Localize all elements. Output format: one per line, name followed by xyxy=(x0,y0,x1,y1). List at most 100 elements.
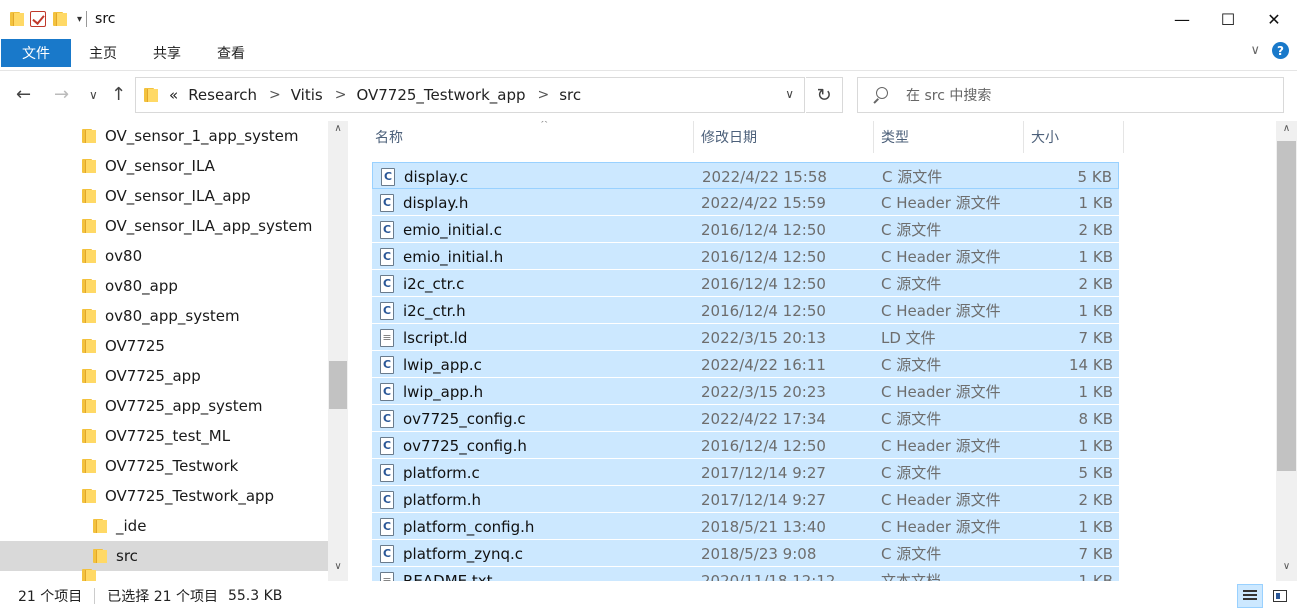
file-row[interactable]: Clwip_app.h 2022/3/15 20:23 C Header 源文件 1 … xyxy=(372,378,1119,405)
sidebar-item-ov7725-app[interactable]: OV7725_app xyxy=(0,361,328,391)
file-name: platform.c xyxy=(403,463,480,482)
column-header-date[interactable]: 修改日期 xyxy=(701,121,873,153)
breadcrumb-ov7725-testwork-app[interactable]: OV7725_Testwork_app xyxy=(356,86,525,104)
file-name: platform.h xyxy=(403,490,482,509)
column-header-type[interactable]: 类型 xyxy=(881,121,1023,153)
file-row[interactable]: Cplatform_zynq.c 2018/5/23 9:08 C 源文件 7 KB xyxy=(372,540,1119,567)
file-row[interactable]: Cplatform_config.h 2018/5/21 13:40 C Heade… xyxy=(372,513,1119,540)
file-row[interactable]: Cov7725_config.h 2016/12/4 12:50 C Header … xyxy=(372,432,1119,459)
scroll-down-button[interactable]: ∨ xyxy=(328,561,348,579)
sidebar-item-ov7725-app-system[interactable]: OV7725_app_system xyxy=(0,391,328,421)
scroll-down-button[interactable]: ∨ xyxy=(1276,561,1297,579)
scrollbar-thumb[interactable] xyxy=(329,361,347,409)
address-bar[interactable]: « Research > Vitis > OV7725_Testwork_app… xyxy=(135,77,805,113)
sort-ascending-icon: ^ xyxy=(540,121,549,130)
file-size: 1 KB xyxy=(1078,571,1113,582)
sidebar-item-ov7725[interactable]: OV7725 xyxy=(0,331,328,361)
sidebar-item-ov-sensor-ila-app[interactable]: OV_sensor_ILA_app xyxy=(0,181,328,211)
tab-home[interactable]: 主页 xyxy=(71,39,135,67)
file-name-cell: Clwip_app.h xyxy=(380,378,483,405)
breadcrumb-src[interactable]: src xyxy=(559,86,581,104)
folder-icon xyxy=(82,338,96,354)
refresh-button[interactable]: ↻ xyxy=(806,77,843,113)
search-box[interactable]: 在 src 中搜索 xyxy=(857,77,1284,113)
tab-view[interactable]: 查看 xyxy=(199,39,263,67)
sidebar-item-ov-sensor-1-app-system[interactable]: OV_sensor_1_app_system xyxy=(0,121,328,151)
sidebar-item-ov80[interactable]: ov80 xyxy=(0,241,328,271)
back-button[interactable]: ← xyxy=(16,84,31,105)
file-size: 1 KB xyxy=(1078,517,1113,536)
minimize-button[interactable]: — xyxy=(1159,0,1205,38)
file-row[interactable]: Cov7725_config.c 2022/4/22 17:34 C 源文件 8 KB xyxy=(372,405,1119,432)
file-name-cell: Cov7725_config.c xyxy=(380,405,526,432)
scroll-up-button[interactable]: ∧ xyxy=(1276,123,1297,141)
breadcrumb-overflow[interactable]: « xyxy=(169,86,178,104)
sidebar-item-ov7725-testwork[interactable]: OV7725_Testwork xyxy=(0,451,328,481)
maximize-button[interactable]: ☐ xyxy=(1205,0,1251,38)
breadcrumb-separator[interactable]: > xyxy=(335,87,347,103)
file-row[interactable]: Cplatform.h 2017/12/14 9:27 C Header 源文件 2 … xyxy=(372,486,1119,513)
file-name: lscript.ld xyxy=(403,328,468,347)
sidebar-item-ov80-app[interactable]: ov80_app xyxy=(0,271,328,301)
address-dropdown-button[interactable]: ∨ xyxy=(785,87,794,101)
column-divider[interactable] xyxy=(1123,121,1124,153)
sidebar-item-ide[interactable]: _ide xyxy=(0,511,328,541)
sidebar-item-ov-sensor-ila-app-system[interactable]: OV_sensor_ILA_app_system xyxy=(0,211,328,241)
file-row[interactable]: Ci2c_ctr.c 2016/12/4 12:50 C 源文件 2 KB xyxy=(372,270,1119,297)
column-header-size[interactable]: 大小 xyxy=(1031,121,1123,153)
folder-icon xyxy=(82,128,96,144)
recent-locations-button[interactable]: ∨ xyxy=(89,88,98,102)
file-row[interactable]: Cemio_initial.h 2016/12/4 12:50 C Header 源… xyxy=(372,243,1119,270)
column-divider[interactable] xyxy=(693,121,694,153)
file-row[interactable]: Cdisplay.h 2022/4/22 15:59 C Header 源文件 1 K… xyxy=(372,189,1119,216)
customize-quick-access-button[interactable]: ▾ xyxy=(77,14,82,25)
column-header-label: 名称 xyxy=(375,130,403,146)
file-row[interactable]: Cemio_initial.c 2016/12/4 12:50 C 源文件 2 KB xyxy=(372,216,1119,243)
file-date: 2020/11/18 12:12 xyxy=(701,571,836,582)
file-row[interactable]: Ci2c_ctr.h 2016/12/4 12:50 C Header 源文件 1 K… xyxy=(372,297,1119,324)
file-size: 7 KB xyxy=(1078,544,1113,563)
breadcrumb-separator[interactable]: > xyxy=(538,87,550,103)
c-header-icon: C xyxy=(380,490,394,509)
file-list-scrollbar[interactable]: ∧ ∨ xyxy=(1276,121,1297,581)
scroll-up-button[interactable]: ∧ xyxy=(328,123,348,141)
scrollbar-thumb[interactable] xyxy=(1277,141,1296,471)
file-date: 2016/12/4 12:50 xyxy=(701,301,826,320)
file-row[interactable]: ≡ lscript.ld 2022/3/15 20:13 LD 文件 7 KB xyxy=(372,324,1119,351)
sidebar-scrollbar[interactable]: ∧ ∨ xyxy=(328,121,348,581)
c-source-icon: C xyxy=(380,463,394,482)
sidebar-item-ov7725-test-ml[interactable]: OV7725_test_ML xyxy=(0,421,328,451)
sidebar-item-src[interactable]: src xyxy=(0,541,328,571)
large-icons-view-button[interactable] xyxy=(1267,584,1293,608)
file-row[interactable]: Cplatform.c 2017/12/14 9:27 C 源文件 5 KB xyxy=(372,459,1119,486)
breadcrumb-vitis[interactable]: Vitis xyxy=(291,86,323,104)
expand-ribbon-button[interactable]: ∨ xyxy=(1250,43,1260,58)
help-icon[interactable]: ? xyxy=(1272,42,1289,59)
status-separator xyxy=(94,588,96,604)
column-divider[interactable] xyxy=(873,121,874,153)
file-name-cell: Cdisplay.h xyxy=(380,189,468,216)
file-name-cell: Cplatform.c xyxy=(380,459,480,486)
up-button[interactable]: ↑ xyxy=(111,84,126,105)
details-view-button[interactable] xyxy=(1237,584,1263,608)
file-size: 1 KB xyxy=(1078,382,1113,401)
breadcrumb-separator[interactable]: > xyxy=(269,87,281,103)
properties-icon[interactable] xyxy=(30,11,46,27)
file-date: 2022/4/22 16:11 xyxy=(701,355,826,374)
close-button[interactable]: ✕ xyxy=(1251,0,1297,38)
forward-button[interactable]: → xyxy=(54,84,69,105)
sidebar-item-ov80-app-system[interactable]: ov80_app_system xyxy=(0,301,328,331)
file-row[interactable]: Clwip_app.c 2022/4/22 16:11 C 源文件 14 KB xyxy=(372,351,1119,378)
tab-share[interactable]: 共享 xyxy=(135,39,199,67)
file-name: display.c xyxy=(404,167,469,186)
column-header-name[interactable]: 名称 ^ xyxy=(375,121,693,153)
sidebar-item-ov-sensor-ila[interactable]: OV_sensor_ILA xyxy=(0,151,328,181)
search-input[interactable]: 在 src 中搜索 xyxy=(906,85,991,105)
file-row[interactable]: ≡ README.txt 2020/11/18 12:12 文本文档 1 KB xyxy=(372,567,1119,581)
column-divider[interactable] xyxy=(1023,121,1024,153)
sidebar-item-ov7725-testwork-app[interactable]: OV7725_Testwork_app xyxy=(0,481,328,511)
breadcrumb-research[interactable]: Research xyxy=(188,86,257,104)
file-row[interactable]: Cdisplay.c 2022/4/22 15:58 C 源文件 5 KB xyxy=(372,162,1119,189)
tab-file[interactable]: 文件 xyxy=(1,39,71,67)
new-folder-icon[interactable] xyxy=(53,11,67,27)
